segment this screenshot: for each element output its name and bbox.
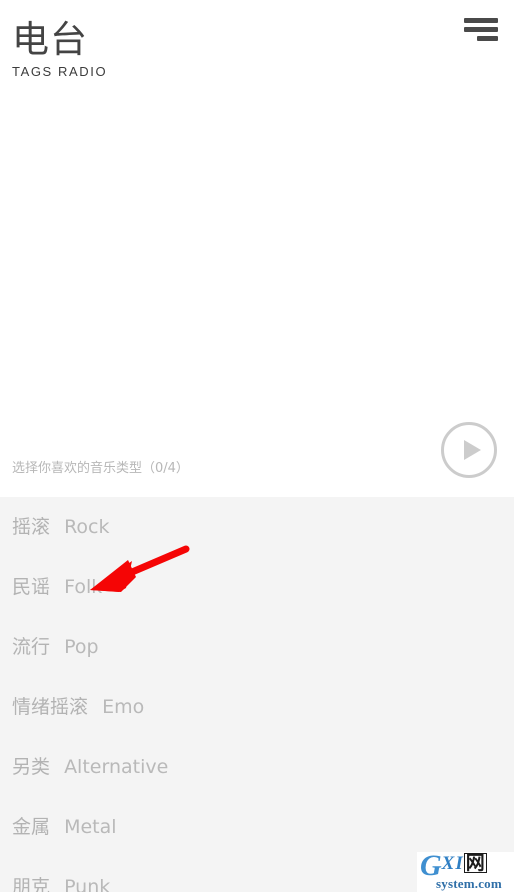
list-item[interactable]: 摇滚 Rock: [0, 497, 514, 557]
brand-subtitle: TAGS RADIO: [12, 64, 108, 79]
list-item[interactable]: 另类 Alternative: [0, 737, 514, 797]
menu-bar-bottom: [477, 36, 498, 41]
play-button[interactable]: [441, 422, 497, 478]
genre-name-en: Punk: [64, 876, 111, 892]
list-item[interactable]: 民谣 Folk: [0, 557, 514, 617]
genre-name-en: Rock: [64, 516, 110, 538]
genre-name-en: Emo: [102, 696, 145, 718]
menu-bar-middle: [464, 27, 498, 32]
brand-block: 电台 TAGS RADIO: [12, 18, 107, 79]
list-item[interactable]: 情绪摇滚 Emo: [0, 677, 514, 737]
selection-hint-text: 选择你喜欢的音乐类型（0/4）: [12, 461, 189, 476]
watermark-letters-xi: XI: [441, 853, 464, 874]
app-header: 电台 TAGS RADIO: [0, 0, 514, 100]
menu-bar-top: [464, 18, 498, 23]
genre-list: 摇滚 Rock 民谣 Folk 流行 Pop 情绪摇滚 Emo 另类 Alter…: [0, 497, 514, 892]
play-icon: [464, 440, 481, 460]
genre-name-cn: 民谣: [12, 576, 51, 598]
genre-name-cn: 情绪摇滚: [12, 696, 89, 718]
page-title: 电台: [12, 18, 88, 61]
watermark-char-net: 网: [463, 852, 487, 874]
genre-name-cn: 金属: [12, 816, 51, 838]
watermark-domain: system.com: [436, 876, 502, 891]
watermark: GXI 网 system.com: [417, 852, 514, 892]
list-item[interactable]: 金属 Metal: [0, 797, 514, 857]
genre-name-en: Pop: [64, 636, 99, 658]
hamburger-menu-icon[interactable]: [464, 16, 498, 42]
genre-name-en: Alternative: [64, 756, 169, 778]
list-item[interactable]: 流行 Pop: [0, 617, 514, 677]
genre-name-cn: 朋克: [12, 876, 51, 892]
genre-name-en: Metal: [64, 816, 117, 838]
app-root: 电台 TAGS RADIO 选择你喜欢的音乐类型（0/4） 摇滚 Rock 民谣…: [0, 0, 514, 892]
radio-canvas-area: [0, 100, 514, 497]
genre-name-cn: 流行: [12, 636, 51, 658]
genre-name-en: Folk: [64, 576, 103, 598]
genre-name-cn: 摇滚: [12, 516, 51, 538]
watermark-logo-row: GXI 网: [420, 852, 487, 881]
genre-name-cn: 另类: [12, 756, 51, 778]
